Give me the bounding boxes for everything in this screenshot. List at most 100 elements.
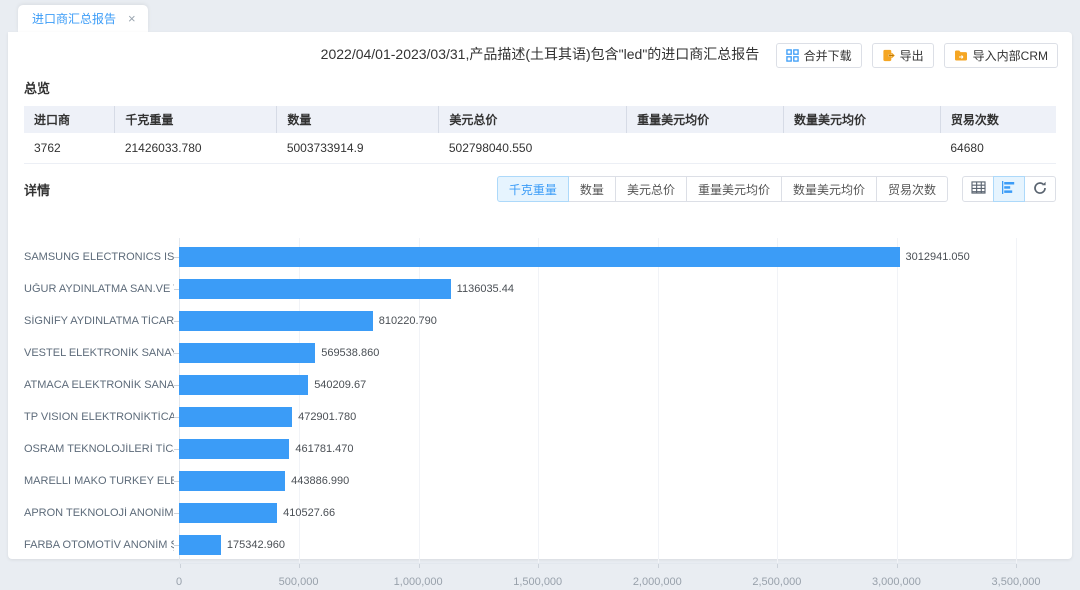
chart-row: OSRAM TEKNOLOJİLERİ TİCARET AN... 461781.… xyxy=(24,433,1072,465)
detail-toolbar: 详情 千克重量数量美元总价重量美元均价数量美元均价贸易次数 xyxy=(8,176,1056,202)
export-icon xyxy=(882,49,895,62)
x-axis-tick-label: 1,500,000 xyxy=(513,576,562,588)
import-folder-icon xyxy=(954,49,968,62)
bar-chart-icon xyxy=(1002,181,1016,197)
overview-cell xyxy=(627,133,784,164)
overview-table: 进口商千克重量数量美元总价重量美元均价数量美元均价贸易次数 3762214260… xyxy=(24,106,1056,164)
metric-tab-1[interactable]: 千克重量 xyxy=(497,176,569,202)
category-label: UĞUR AYDINLATMA SAN.VE TİC.LTD... xyxy=(24,283,174,295)
chart-row: SİGNİFY AYDINLATMA TİCARET ANO...810220.… xyxy=(24,305,1072,337)
chart-view-button[interactable] xyxy=(993,176,1025,202)
x-axis-tick-label: 3,000,000 xyxy=(872,576,921,588)
bar[interactable] xyxy=(179,535,221,555)
overview-col-header: 重量美元均价 xyxy=(627,106,784,133)
metric-tab-2[interactable]: 数量 xyxy=(568,176,616,202)
x-axis-tick-label: 0 xyxy=(176,576,182,588)
bar-zone: 1136035.44 xyxy=(179,273,1016,305)
bar-zone: 175342.960 xyxy=(179,529,1016,561)
chart-row: APRON TEKNOLOJİ ANONİM ŞİRKETİ 410527.66 xyxy=(24,497,1072,529)
overview-cell: 502798040.550 xyxy=(439,133,627,164)
category-label: FARBA OTOMOTİV ANONİM ŞİRKETİ xyxy=(24,539,174,551)
tab-label: 进口商汇总报告 xyxy=(32,10,116,27)
overview-cell: 21426033.780 xyxy=(115,133,277,164)
importer-bar-chart: SAMSUNG ELECTRONICS ISTANBUL P...3012941… xyxy=(24,238,1072,590)
table-icon xyxy=(971,181,986,197)
chart-row: FARBA OTOMOTİV ANONİM ŞİRKETİ 175342.960 xyxy=(24,529,1072,561)
refresh-button[interactable] xyxy=(1024,176,1056,202)
bar[interactable] xyxy=(179,375,308,395)
report-panel: 2022/04/01-2023/03/31,产品描述(土耳其语)包含"led"的… xyxy=(8,32,1072,559)
chart-row: VESTEL ELEKTRONİK SANAYİ VE Tİ... 569538.… xyxy=(24,337,1072,369)
bar-value-label: 472901.780 xyxy=(298,411,356,423)
header-button-label: 导出 xyxy=(900,47,924,64)
table-view-button[interactable] xyxy=(962,176,994,202)
chart-row: MARELLI MAKO TURKEY ELEKTRİK S... 443886.… xyxy=(24,465,1072,497)
bar[interactable] xyxy=(179,407,292,427)
merge-download-icon xyxy=(786,49,799,62)
category-label: SAMSUNG ELECTRONICS ISTANBUL P... xyxy=(24,251,174,263)
metric-tab-5[interactable]: 数量美元均价 xyxy=(781,176,877,202)
bar-zone: 569538.860 xyxy=(179,337,1016,369)
overview-col-header: 进口商 xyxy=(24,106,115,133)
overview-header-row: 进口商千克重量数量美元总价重量美元均价数量美元均价贸易次数 xyxy=(24,106,1056,133)
overview-col-header: 贸易次数 xyxy=(940,106,1056,133)
metric-tab-3[interactable]: 美元总价 xyxy=(615,176,687,202)
metric-tab-6[interactable]: 贸易次数 xyxy=(876,176,948,202)
page-title: 2022/04/01-2023/03/31,产品描述(土耳其语)包含"led"的… xyxy=(321,44,760,64)
category-label: VESTEL ELEKTRONİK SANAYİ VE Tİ... xyxy=(24,347,174,359)
bar-value-label: 461781.470 xyxy=(295,443,353,455)
chart-row: TP VISION ELEKTRONİKTİCARET AN...472901.… xyxy=(24,401,1072,433)
x-axis-tick-label: 1,000,000 xyxy=(394,576,443,588)
bar-zone: 410527.66 xyxy=(179,497,1016,529)
bar-value-label: 175342.960 xyxy=(227,539,285,551)
category-label: MARELLI MAKO TURKEY ELEKTRİK S... xyxy=(24,475,174,487)
bar-value-label: 569538.860 xyxy=(321,347,379,359)
category-label: APRON TEKNOLOJİ ANONİM ŞİRKETİ xyxy=(24,507,174,519)
header-button-1[interactable]: 合并下载 xyxy=(776,43,862,68)
tab-bar: 进口商汇总报告 × xyxy=(0,0,1080,32)
bar-value-label: 410527.66 xyxy=(283,507,335,519)
header-actions: 合并下载 导出 导入内部CRM xyxy=(776,43,1058,68)
bar-value-label: 1136035.44 xyxy=(457,283,514,295)
view-toggle-group xyxy=(962,176,1056,202)
x-axis-tick-label: 3,500,000 xyxy=(992,576,1041,588)
bar[interactable] xyxy=(179,343,315,363)
x-axis-tick-label: 500,000 xyxy=(279,576,319,588)
bar[interactable] xyxy=(179,279,451,299)
header-button-3[interactable]: 导入内部CRM xyxy=(944,43,1058,68)
bar-value-label: 443886.990 xyxy=(291,475,349,487)
bar-zone: 461781.470 xyxy=(179,433,1016,465)
x-axis-labels: 0500,0001,000,0001,500,0002,000,0002,500… xyxy=(179,570,1016,590)
metric-toggle-group: 千克重量数量美元总价重量美元均价数量美元均价贸易次数 xyxy=(497,176,948,202)
bar-value-label: 810220.790 xyxy=(379,315,437,327)
header-button-label: 合并下载 xyxy=(804,47,852,64)
bar-zone: 443886.990 xyxy=(179,465,1016,497)
overview-cell: 3762 xyxy=(24,133,115,164)
overview-col-header: 数量 xyxy=(277,106,439,133)
bar[interactable] xyxy=(179,311,373,331)
chart-row: ATMACA ELEKTRONİK SANAYİ VE Tİ... 540209.… xyxy=(24,369,1072,401)
category-label: OSRAM TEKNOLOJİLERİ TİCARET AN... xyxy=(24,443,174,455)
bar[interactable] xyxy=(179,439,289,459)
refresh-icon xyxy=(1033,181,1047,198)
detail-section-title: 详情 xyxy=(24,180,50,199)
bar-zone: 540209.67 xyxy=(179,369,1016,401)
bar[interactable] xyxy=(179,247,900,267)
header-button-2[interactable]: 导出 xyxy=(872,43,934,68)
chart-row: UĞUR AYDINLATMA SAN.VE TİC.LTD... 1136035… xyxy=(24,273,1072,305)
bar-zone: 472901.780 xyxy=(179,401,1016,433)
overview-cell: 64680 xyxy=(940,133,1056,164)
chart-rows: SAMSUNG ELECTRONICS ISTANBUL P...3012941… xyxy=(24,241,1072,561)
bar[interactable] xyxy=(179,471,285,491)
overview-data-row: 376221426033.7805003733914.9502798040.55… xyxy=(24,133,1056,164)
overview-cell xyxy=(784,133,941,164)
close-icon[interactable]: × xyxy=(128,12,136,25)
x-axis-tick-label: 2,000,000 xyxy=(633,576,682,588)
tab-importer-summary-report[interactable]: 进口商汇总报告 × xyxy=(18,5,148,32)
bar-zone: 810220.790 xyxy=(179,305,1016,337)
category-label: ATMACA ELEKTRONİK SANAYİ VE Tİ... xyxy=(24,379,174,391)
overview-col-header: 千克重量 xyxy=(115,106,277,133)
overview-section-title: 总览 xyxy=(24,78,1072,97)
bar[interactable] xyxy=(179,503,277,523)
metric-tab-4[interactable]: 重量美元均价 xyxy=(686,176,782,202)
